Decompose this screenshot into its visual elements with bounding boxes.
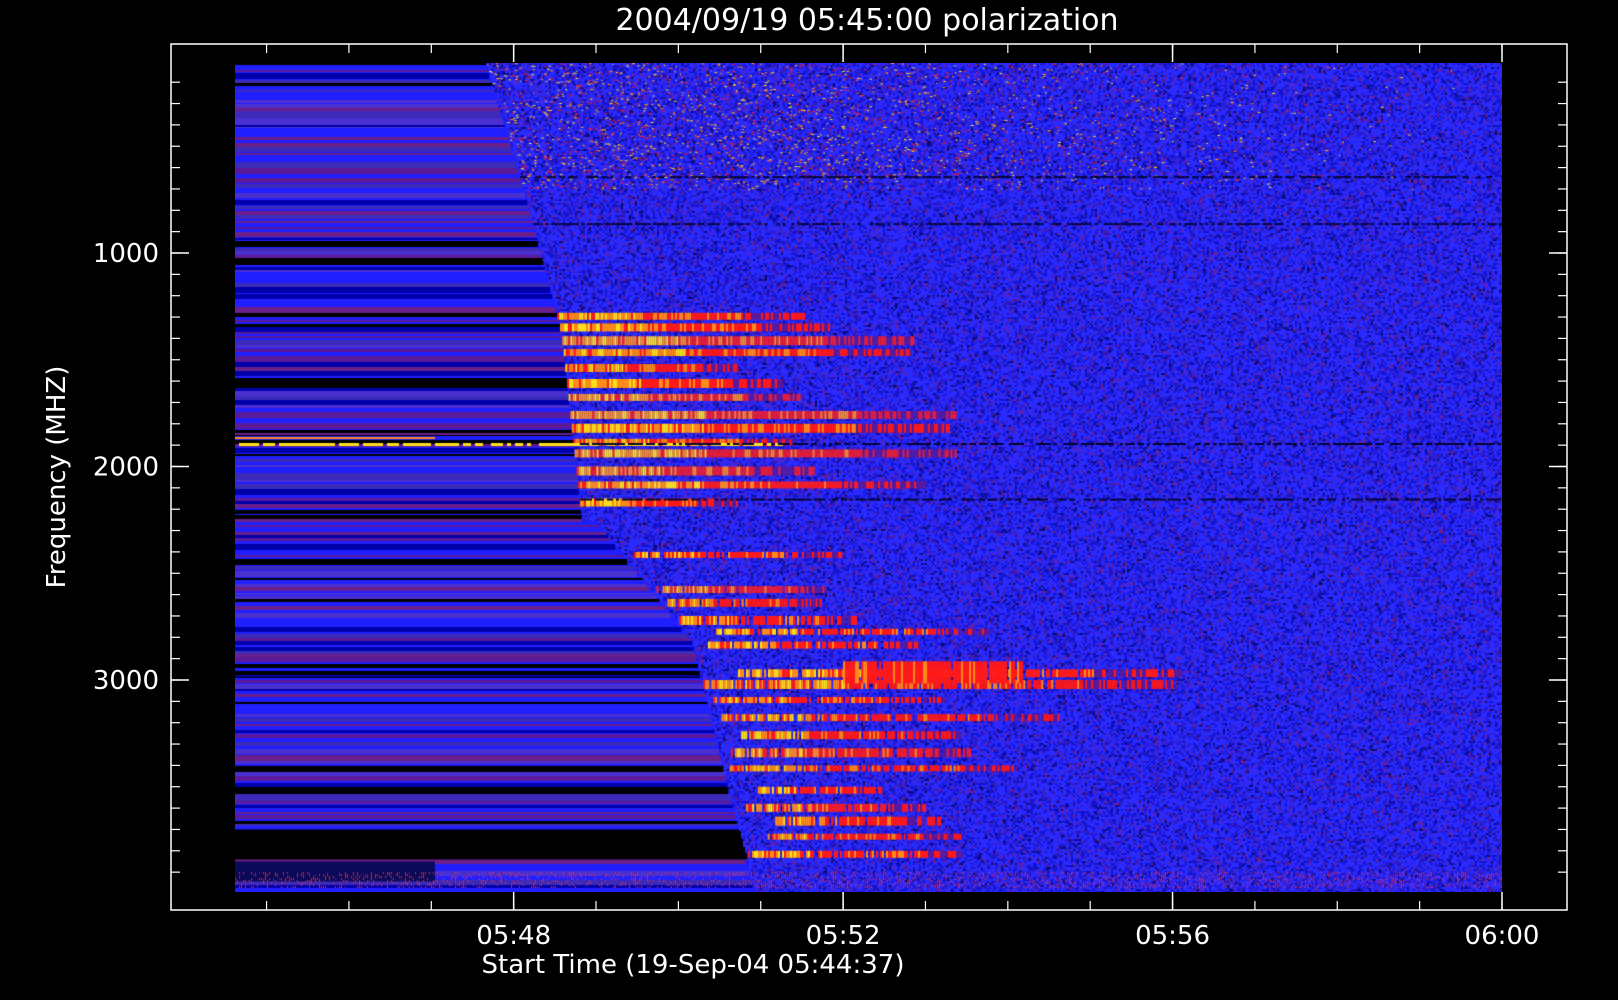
y-axis-label: Frequency (MHZ) [42, 366, 72, 589]
y-tick-label: 3000 [93, 666, 159, 696]
spectrogram-image [235, 63, 1502, 892]
spectrogram-chart: 2004/09/19 05:45:00 polarization 05:48 05… [42, 3, 1568, 980]
x-axis-label: Start Time (19-Sep-04 05:44:37) [482, 950, 905, 980]
x-tick-label: 05:52 [806, 921, 881, 951]
y-tick-label: 2000 [93, 453, 159, 483]
x-tick-label: 05:48 [476, 921, 551, 951]
spectrogram-raster [235, 63, 1502, 892]
x-tick-label: 06:00 [1465, 921, 1540, 951]
chart-stage: 2004/09/19 05:45:00 polarization 05:48 05… [0, 0, 1618, 1000]
y-tick-label: 1000 [93, 239, 159, 269]
chart-title: 2004/09/19 05:45:00 polarization [615, 3, 1118, 38]
x-tick-label: 05:56 [1135, 921, 1210, 951]
